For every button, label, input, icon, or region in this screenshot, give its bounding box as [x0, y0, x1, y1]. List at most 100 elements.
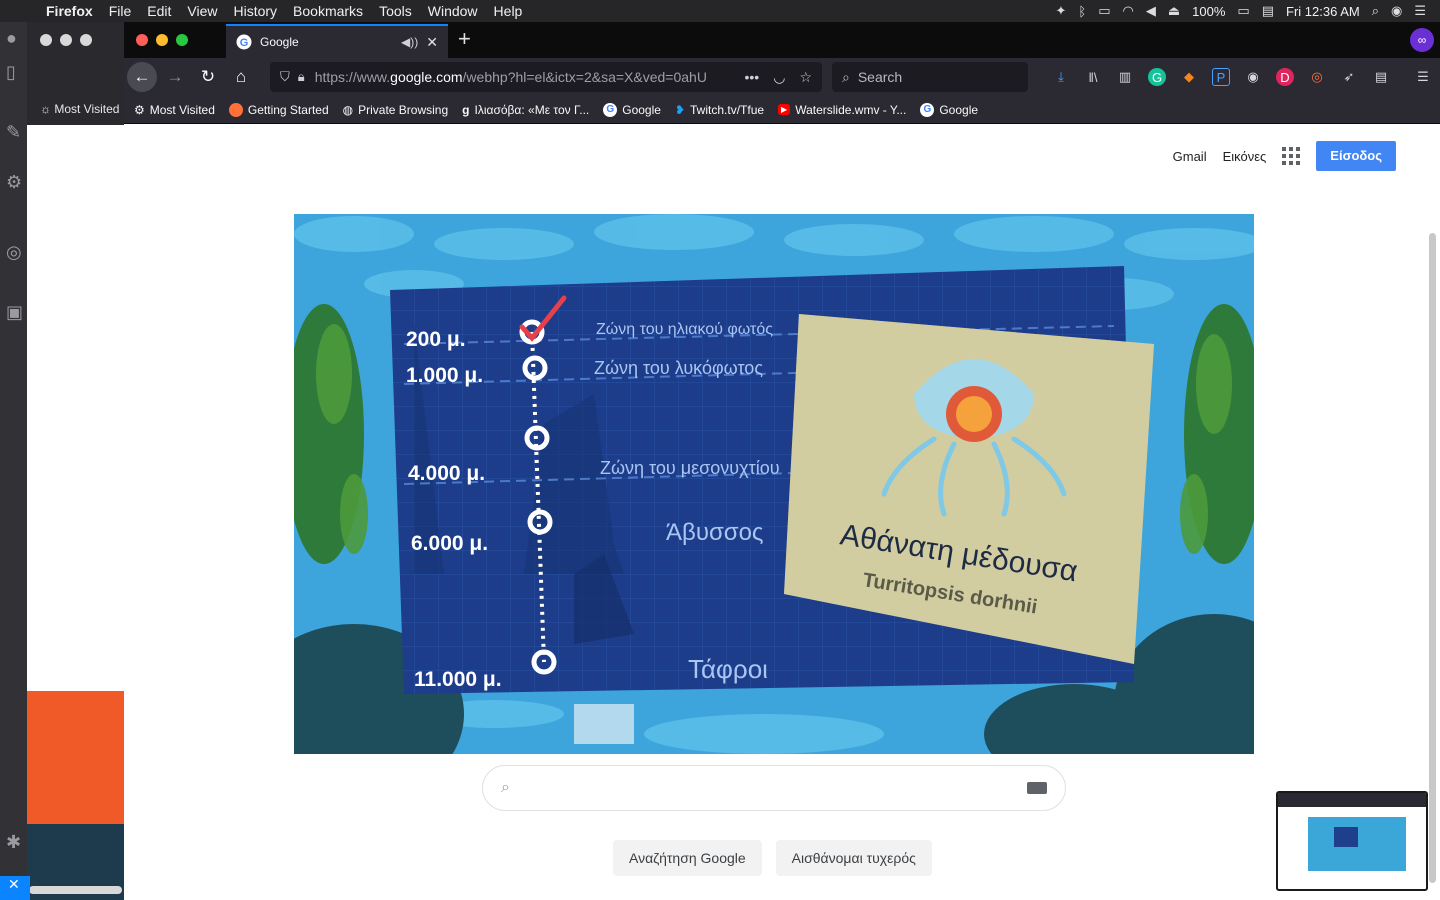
notification-center-icon[interactable]: ☰: [1414, 3, 1426, 19]
forward-button[interactable]: →: [160, 62, 190, 92]
extension-p-icon[interactable]: P: [1212, 68, 1230, 86]
depth-label: 4.000 μ.: [408, 462, 485, 485]
url-path: /webhp?hl=el&ictx=2&sa=X&ved=0ahU: [462, 69, 707, 85]
menu-help[interactable]: Help: [486, 0, 531, 22]
reader-icon[interactable]: ▤: [1372, 68, 1390, 86]
bluetooth-icon[interactable]: ᛒ: [1078, 4, 1086, 19]
spotlight-icon[interactable]: ⌕: [1372, 3, 1379, 19]
twitter-icon: ❥: [674, 102, 686, 117]
flag-icon[interactable]: ▤: [1262, 3, 1274, 19]
extension-d-icon[interactable]: D: [1276, 68, 1294, 86]
bg-close-button[interactable]: ✕: [0, 876, 30, 900]
google-search-button[interactable]: Αναζήτηση Google: [613, 840, 762, 876]
grammarly-icon[interactable]: G: [1148, 68, 1166, 86]
google-search-input[interactable]: ⌕: [482, 765, 1066, 811]
home-button[interactable]: ⌂: [226, 62, 256, 92]
youtube-icon: ▶: [778, 104, 791, 115]
google-icon: G: [920, 102, 935, 117]
tab-title: Google: [260, 35, 299, 49]
bg-tool-icon[interactable]: ⚙: [6, 172, 22, 193]
tracking-shield-icon[interactable]: ⛉: [280, 69, 290, 85]
extension-bird-icon[interactable]: ➶: [1340, 68, 1358, 86]
depth-label: 1.000 μ.: [406, 364, 483, 387]
firefox-icon: [228, 102, 243, 117]
zone-label: Άβυσσος: [666, 519, 764, 546]
extension-status-icon[interactable]: ✦: [1056, 3, 1067, 19]
bookmark-item[interactable]: g Ιλιασόβα: «Με τον Γ...: [462, 103, 589, 117]
battery-icon[interactable]: ▭: [1237, 3, 1249, 19]
page-scrollbar[interactable]: [1429, 233, 1436, 883]
bookmark-item[interactable]: G Google: [920, 102, 978, 117]
bg-clipboard-icon[interactable]: ▯: [6, 62, 16, 83]
bookmark-item[interactable]: G Google: [603, 102, 661, 117]
lock-icon[interactable]: 🔒︎: [298, 69, 305, 85]
bg-traffic-lights: [40, 34, 92, 46]
library-icon[interactable]: ‖\: [1084, 68, 1102, 86]
bookmark-item[interactable]: ◍ Private Browsing: [343, 103, 449, 117]
tab-google[interactable]: G Google ◀)) ✕: [226, 24, 448, 58]
menu-bookmarks[interactable]: Bookmarks: [285, 0, 371, 22]
sidebar-icon[interactable]: ▥: [1116, 68, 1134, 86]
menu-icon[interactable]: ☰: [1414, 68, 1432, 86]
back-button[interactable]: ←: [127, 62, 157, 92]
bg-bookmark-most-visited[interactable]: ☼ Most Visited: [40, 102, 119, 116]
keyboard-icon[interactable]: [1027, 782, 1047, 794]
traffic-lights: [136, 34, 188, 46]
menu-edit[interactable]: Edit: [139, 0, 179, 22]
menu-history[interactable]: History: [225, 0, 285, 22]
search-bar[interactable]: ⌕ Search: [832, 62, 1028, 92]
google-header-links: Gmail Εικόνες Είσοδος: [1173, 141, 1396, 171]
signin-button[interactable]: Είσοδος: [1316, 141, 1396, 171]
images-link[interactable]: Εικόνες: [1223, 149, 1267, 164]
bookmark-item[interactable]: ▶ Waterslide.wmv - Y...: [778, 103, 906, 117]
airplay-icon[interactable]: ▭: [1098, 3, 1110, 19]
bg-close-icon[interactable]: ●: [6, 28, 17, 49]
account-icon[interactable]: ◉: [1244, 68, 1262, 86]
new-tab-button[interactable]: +: [458, 26, 471, 52]
battery-percent: 100%: [1192, 3, 1226, 19]
volume-icon[interactable]: ◀: [1146, 3, 1156, 19]
bg-scrollbar[interactable]: [29, 886, 122, 894]
close-window-button[interactable]: [136, 34, 148, 46]
feeling-lucky-button[interactable]: Αισθάνομαι τυχερός: [775, 840, 932, 876]
url-bar[interactable]: ⛉ 🔒︎ https://www. google.com/webhp?hl=el&…: [270, 62, 822, 92]
minimize-window-button[interactable]: [156, 34, 168, 46]
metamask-icon[interactable]: ◆: [1180, 68, 1198, 86]
siri-icon[interactable]: ◉: [1391, 3, 1402, 19]
clock[interactable]: Fri 12:36 AM: [1286, 4, 1360, 19]
bg-compass-icon[interactable]: ◎: [6, 242, 22, 263]
menu-file[interactable]: File: [101, 0, 140, 22]
bg-page-icon[interactable]: ▣: [6, 302, 23, 323]
screenshot-thumbnail[interactable]: [1276, 791, 1428, 891]
menu-window[interactable]: Window: [420, 0, 486, 22]
status-area: ✦ ᛒ ▭ ◠ ◀ ⏏ 100% ▭ ▤ Fri 12:36 AM ⌕ ◉ ☰: [1056, 3, 1440, 19]
firefox-window: G Google ◀)) ✕ + ∞ ← → ↻ ⌂ ⛉ 🔒︎ https://…: [124, 22, 1440, 900]
wifi-icon[interactable]: ◠: [1123, 3, 1134, 19]
tab-close-icon[interactable]: ✕: [426, 34, 438, 51]
zoom-window-button[interactable]: [176, 34, 188, 46]
bookmark-item[interactable]: ⚙ Most Visited: [134, 103, 215, 117]
bookmark-item[interactable]: ❥ Twitch.tv/Tfue: [675, 103, 764, 117]
bookmark-item[interactable]: Getting Started: [228, 102, 329, 117]
app-menu[interactable]: Firefox: [40, 0, 101, 22]
reload-button[interactable]: ↻: [193, 62, 223, 92]
bg-gear-icon[interactable]: ✱: [6, 832, 21, 853]
menu-tools[interactable]: Tools: [371, 0, 420, 22]
eject-icon[interactable]: ⏏: [1168, 3, 1180, 19]
pocket-icon[interactable]: ◡: [773, 69, 785, 86]
gmail-link[interactable]: Gmail: [1173, 149, 1207, 164]
page-actions-icon[interactable]: •••: [745, 69, 760, 86]
extension-owl-icon[interactable]: ◎: [1308, 68, 1326, 86]
search-icon: ⌕: [501, 779, 510, 796]
depth-label: 11.000 μ.: [414, 668, 502, 691]
zone-label: Τάφροι: [688, 654, 768, 684]
tab-audio-icon[interactable]: ◀)): [401, 35, 418, 49]
private-mask-icon[interactable]: ∞: [1410, 28, 1434, 52]
apps-grid-icon[interactable]: [1282, 147, 1301, 165]
downloads-icon[interactable]: ⤓: [1052, 68, 1070, 86]
menu-view[interactable]: View: [179, 0, 225, 22]
google-page: Gmail Εικόνες Είσοδος 200 μ. 1.000 μ. 4.…: [124, 125, 1440, 900]
bookmark-star-icon[interactable]: ☆: [799, 69, 812, 86]
google-doodle[interactable]: 200 μ. 1.000 μ. 4.000 μ. 6.000 μ. 11.000…: [294, 214, 1254, 754]
bg-wrench-icon[interactable]: ✎: [6, 122, 21, 143]
